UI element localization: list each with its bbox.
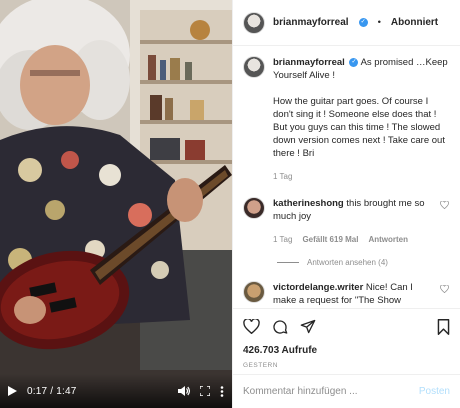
avatar[interactable]	[243, 281, 265, 303]
comment-like-heart-icon[interactable]	[440, 281, 450, 307]
view-count[interactable]: 426.703 Aufrufe	[243, 345, 450, 356]
list-item: katherineshong this brought me so much j…	[243, 197, 450, 246]
caption-line2: How the guitar part goes. Of course I do…	[273, 96, 445, 159]
comment-likes[interactable]: Gefällt 619 Mal	[302, 233, 358, 246]
separator-dot: •	[377, 17, 381, 28]
more-icon[interactable]	[220, 385, 224, 397]
bookmark-icon[interactable]	[437, 318, 450, 338]
post-actions: 426.703 Aufrufe GESTERN	[233, 308, 460, 369]
comment-like-heart-icon[interactable]	[440, 197, 450, 246]
post-info-panel: brianmayforreal ✓ • Abonniert brianmayfo…	[232, 0, 460, 408]
video-controls: 0:17 / 1:47	[0, 374, 232, 408]
verified-badge-icon: ✓	[349, 57, 359, 67]
header-username[interactable]: brianmayforreal	[273, 17, 349, 28]
comment-username[interactable]: katherineshong	[273, 198, 344, 209]
reply-button[interactable]: Antworten	[368, 233, 408, 246]
video-player[interactable]: 0:17 / 1:47	[0, 0, 232, 408]
caption: brianmayforreal ✓ As promised …Keep Your…	[243, 56, 450, 183]
verified-badge-icon: ✓	[358, 18, 368, 27]
heart-icon[interactable]	[243, 318, 260, 337]
post-header: brianmayforreal ✓ • Abonniert	[233, 0, 460, 46]
volume-icon[interactable]	[178, 386, 190, 396]
avatar[interactable]	[243, 11, 265, 34]
avatar[interactable]	[243, 197, 265, 219]
share-icon[interactable]	[300, 319, 316, 337]
comment-input[interactable]	[243, 386, 419, 397]
post-comment-button[interactable]: Posten	[419, 386, 450, 397]
post-date[interactable]: GESTERN	[243, 362, 450, 369]
add-comment-bar: Posten	[233, 374, 460, 408]
avatar[interactable]	[243, 56, 265, 78]
fullscreen-icon[interactable]	[200, 386, 210, 396]
caption-age[interactable]: 1 Tag	[273, 170, 292, 183]
caption-username[interactable]: brianmayforreal	[273, 57, 345, 68]
play-icon[interactable]	[8, 386, 17, 396]
comments-list[interactable]: brianmayforreal ✓ As promised …Keep Your…	[233, 46, 460, 308]
video-frame	[0, 0, 232, 408]
comment-icon[interactable]	[272, 319, 288, 338]
comment-username[interactable]: victordelange.writer	[273, 282, 363, 293]
list-item: victordelange.writer Nice! Can I make a …	[243, 281, 450, 307]
comment-age[interactable]: 1 Tag	[273, 233, 292, 246]
view-replies-button[interactable]: Antworten ansehen (4)	[277, 258, 450, 267]
instagram-post: 0:17 / 1:47 brianmayforreal ✓ • Abonnier…	[0, 0, 460, 408]
follow-status-button[interactable]: Abonniert	[391, 17, 438, 28]
video-time: 0:17 / 1:47	[27, 385, 77, 397]
